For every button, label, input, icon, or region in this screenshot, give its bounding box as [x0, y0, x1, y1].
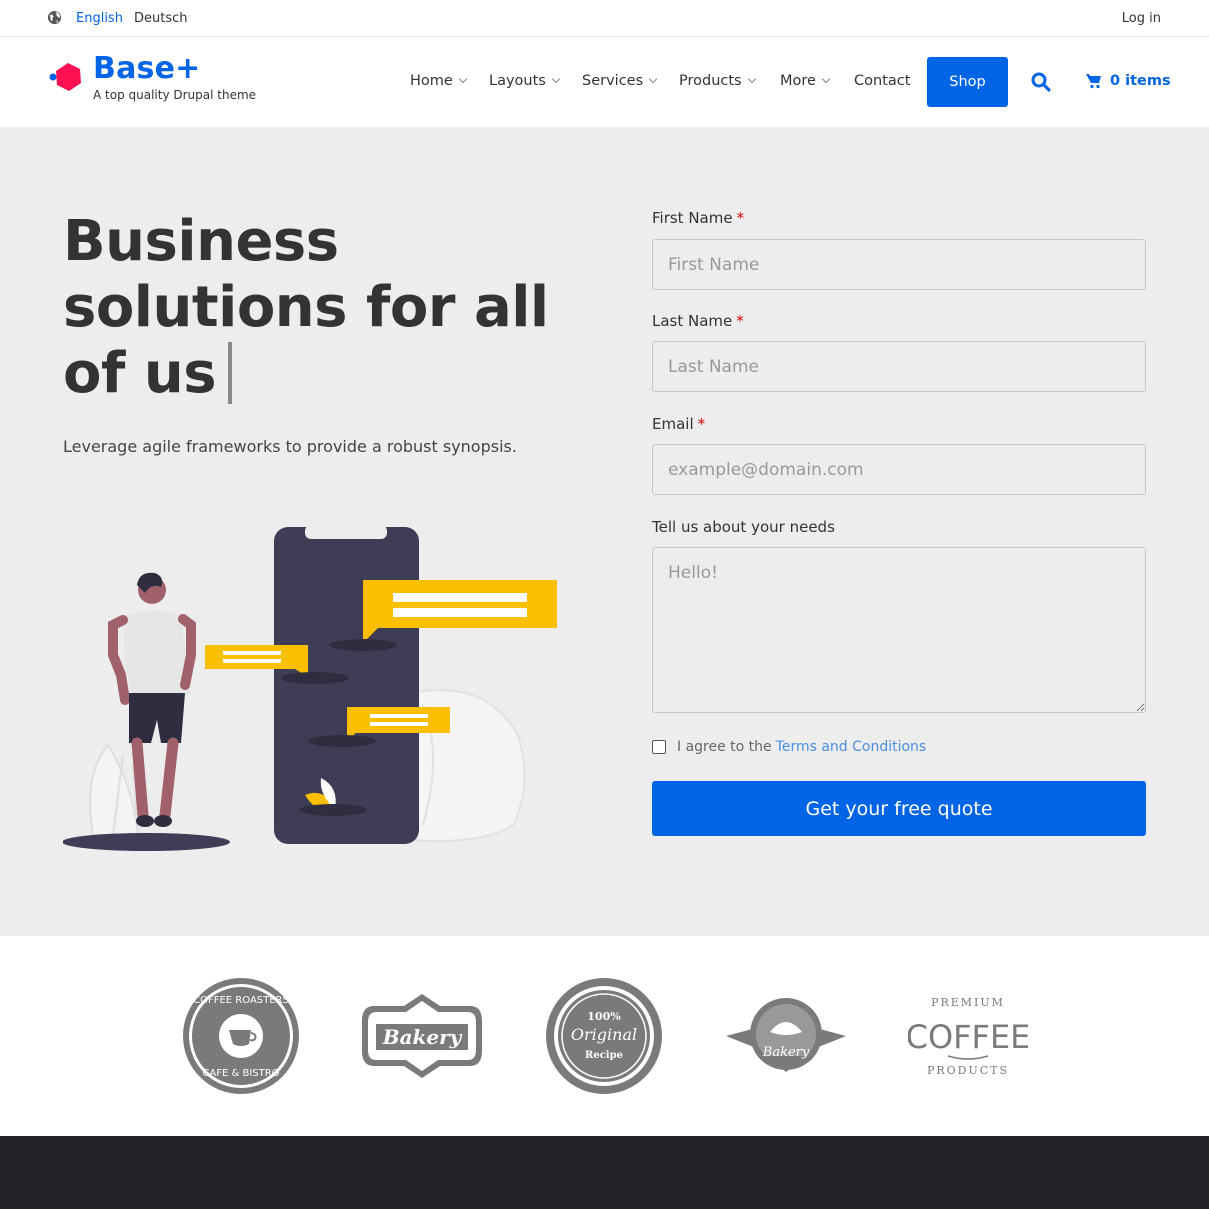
site-header: Base+ A top quality Drupal theme Home La…	[0, 37, 1209, 127]
svg-text:Bakery: Bakery	[382, 1025, 463, 1049]
needs-textarea[interactable]	[652, 547, 1146, 713]
cart-count: 0 items	[1110, 73, 1171, 89]
chevron-down-icon	[648, 74, 658, 84]
required-marker: *	[736, 312, 744, 330]
required-marker: *	[736, 209, 745, 227]
svg-text:Bakery: Bakery	[762, 1045, 810, 1060]
typing-cursor	[228, 342, 233, 404]
nav-item-label: Contact	[854, 73, 911, 89]
first-name-label: First Name *	[652, 209, 744, 227]
nav-item-home[interactable]: Home	[410, 73, 468, 89]
nav-item-contact[interactable]: Contact	[854, 73, 910, 89]
nav-item-label: More	[780, 73, 816, 89]
svg-text:CAFE & BISTRO: CAFE & BISTRO	[202, 1068, 279, 1079]
shop-button[interactable]: Shop	[927, 57, 1008, 107]
hero-section: Business solutions for all of us Leverag…	[0, 127, 1209, 936]
nav-item-services[interactable]: Services	[582, 73, 658, 89]
client-logos: COFFEE ROASTERS CAFE & BISTRO Bakery 100…	[0, 936, 1209, 1136]
label-text: First Name	[652, 209, 733, 227]
nav-item-label: Home	[410, 73, 453, 89]
svg-text:Recipe: Recipe	[585, 1050, 623, 1061]
chevron-down-icon	[821, 74, 831, 84]
search-icon[interactable]	[1031, 72, 1051, 92]
nav-item-more[interactable]: More	[780, 73, 831, 89]
bakery-logo: Bakery	[362, 994, 482, 1078]
hero-title-text: Business solutions for all of us	[63, 209, 549, 406]
required-marker: *	[697, 415, 706, 433]
last-name-field[interactable]	[652, 341, 1146, 392]
svg-text:COFFEE ROASTERS: COFFEE ROASTERS	[193, 995, 289, 1006]
last-name-label: Last Name *	[652, 312, 744, 330]
original-recipe-logo: 100% Original Recipe	[546, 978, 662, 1094]
site-slogan: A top quality Drupal theme	[93, 88, 257, 102]
language-deutsch-link[interactable]: Deutsch	[134, 11, 188, 26]
email-field[interactable]	[652, 444, 1146, 495]
agree-text: I agree to the	[677, 739, 772, 755]
terms-checkbox[interactable]	[652, 740, 666, 754]
nav-item-products[interactable]: Products	[679, 73, 756, 89]
chevron-down-icon	[458, 74, 468, 84]
site-footer	[0, 1136, 1209, 1209]
label-text: Email	[652, 415, 694, 433]
chevron-down-icon	[551, 74, 561, 84]
bakery-banner-logo: Bakery	[726, 998, 846, 1072]
terms-link[interactable]: Terms and Conditions	[776, 739, 927, 755]
first-name-field[interactable]	[652, 239, 1146, 290]
coffee-roasters-logo: COFFEE ROASTERS CAFE & BISTRO	[183, 978, 299, 1094]
nav-item-label: Products	[679, 73, 742, 89]
chat-illustration	[63, 525, 557, 851]
site-name[interactable]: Base+	[93, 51, 200, 86]
login-link[interactable]: Log in	[1122, 11, 1161, 26]
email-label: Email *	[652, 415, 705, 433]
cart-link[interactable]: 0 items	[1086, 73, 1171, 89]
site-logo[interactable]	[48, 59, 84, 95]
language-english-link[interactable]: English	[76, 11, 123, 26]
svg-text:100%: 100%	[587, 1010, 621, 1023]
nav-item-layouts[interactable]: Layouts	[489, 73, 561, 89]
top-bar: English Deutsch Log in	[0, 0, 1209, 37]
chevron-down-icon	[747, 74, 756, 84]
nav-item-label: Layouts	[489, 73, 546, 89]
svg-text:PRODUCTS: PRODUCTS	[927, 1064, 1009, 1077]
terms-agreement: I agree to the Terms and Conditions	[652, 739, 926, 755]
hero-subtitle: Leverage agile frameworks to provide a r…	[63, 437, 517, 456]
globe-icon	[47, 10, 62, 25]
cart-icon	[1086, 74, 1101, 89]
svg-text:Original: Original	[571, 1025, 637, 1044]
hero-title: Business solutions for all of us	[63, 209, 583, 407]
premium-coffee-logo: PREMIUM COFFEE PRODUCTS	[908, 996, 1028, 1077]
get-quote-button[interactable]: Get your free quote	[652, 781, 1146, 836]
needs-label: Tell us about your needs	[652, 518, 835, 536]
label-text: Last Name	[652, 312, 733, 330]
svg-text:COFFEE: COFFEE	[908, 1018, 1028, 1056]
nav-item-label: Services	[582, 73, 644, 89]
svg-text:PREMIUM: PREMIUM	[931, 996, 1005, 1009]
